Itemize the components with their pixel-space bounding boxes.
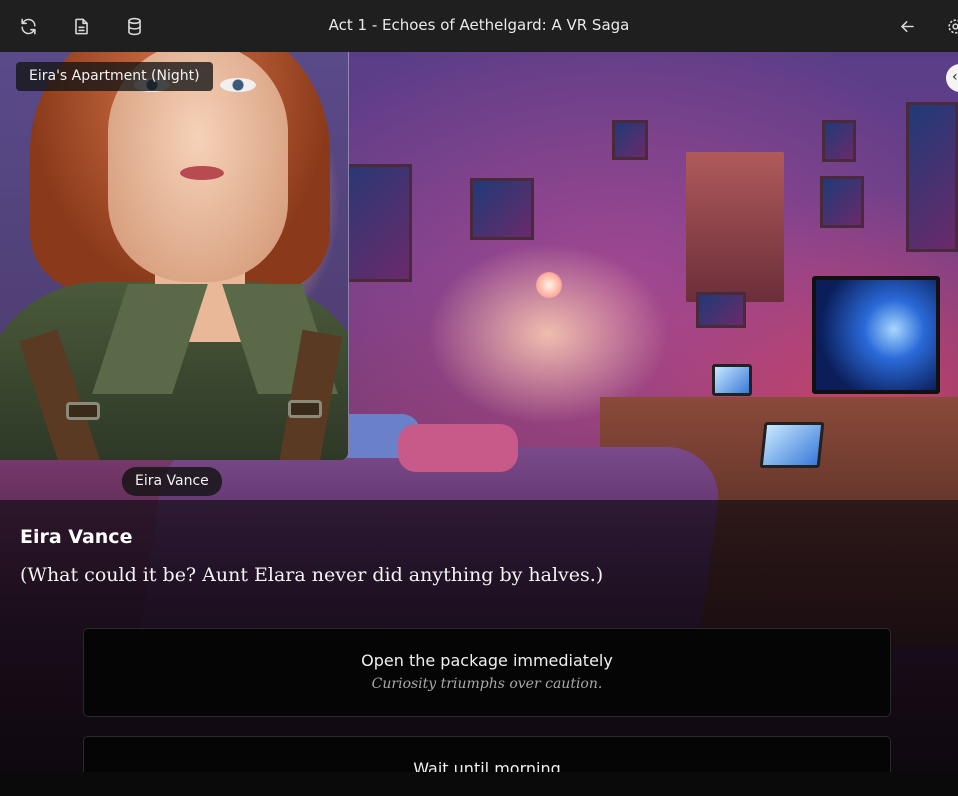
- dialogue-text: (What could it be? Aunt Elara never did …: [20, 564, 604, 586]
- portrait-eye: [220, 78, 256, 92]
- wall-frame: [906, 102, 958, 252]
- choice-hint: Curiosity triumphs over caution.: [371, 676, 603, 692]
- location-label: Eira's Apartment (Night): [16, 62, 213, 91]
- document-icon[interactable]: [69, 14, 93, 38]
- bottom-strip: [0, 772, 958, 796]
- top-bar: Act 1 - Echoes of Aethelgard: A VR Saga: [0, 0, 958, 52]
- pillow: [398, 424, 518, 472]
- lamp-light: [536, 272, 562, 298]
- wall-frame: [470, 178, 534, 240]
- shelf: [686, 152, 784, 302]
- gear-icon[interactable]: [946, 14, 958, 38]
- speaker-name: Eira Vance: [20, 526, 133, 548]
- television: [812, 276, 940, 394]
- character-name-tag: Eira Vance: [122, 467, 222, 496]
- wall-frame: [820, 176, 864, 228]
- character-portrait: [0, 52, 349, 460]
- database-icon[interactable]: [122, 14, 146, 38]
- side-menu-button[interactable]: ‹: [946, 64, 958, 92]
- choice-button-open-package[interactable]: Open the package immediately Curiosity t…: [83, 628, 891, 717]
- wall-frame: [696, 292, 746, 328]
- portrait-buckle: [288, 400, 322, 418]
- choice-label: Open the package immediately: [361, 651, 613, 670]
- wall-frame: [612, 120, 648, 160]
- portrait-buckle: [66, 402, 100, 420]
- wall-frame: [822, 120, 856, 162]
- laptop: [759, 422, 825, 468]
- laptop: [712, 364, 752, 396]
- arrow-left-icon[interactable]: [895, 14, 919, 38]
- portrait-lips: [180, 166, 224, 180]
- refresh-icon[interactable]: [16, 14, 40, 38]
- chevron-left-icon: ‹: [952, 69, 958, 85]
